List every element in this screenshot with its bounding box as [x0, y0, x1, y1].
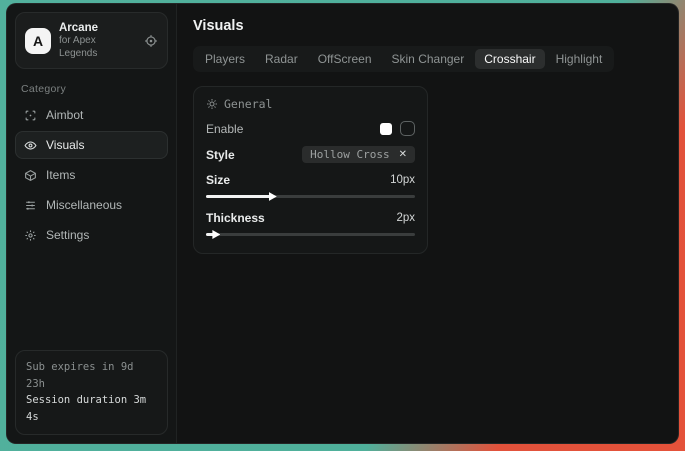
- tab-players[interactable]: Players: [196, 49, 254, 69]
- brand-logo: A: [25, 28, 51, 54]
- panel-title: General: [224, 97, 272, 111]
- enable-controls: [380, 121, 415, 136]
- tab-highlight[interactable]: Highlight: [547, 49, 612, 69]
- sidebar-nav: Aimbot Visuals Items: [15, 101, 168, 249]
- settings-gear-icon: [24, 229, 37, 242]
- color-swatch[interactable]: [380, 123, 392, 135]
- aimbot-icon: [24, 109, 37, 122]
- app-window: A Arcane for Apex Legends Category: [6, 3, 679, 444]
- sidebar-item-label: Aimbot: [46, 108, 83, 122]
- sidebar-item-aimbot[interactable]: Aimbot: [15, 101, 168, 129]
- brand-card: A Arcane for Apex Legends: [15, 12, 168, 69]
- thickness-slider[interactable]: [206, 230, 415, 239]
- sidebar-item-visuals[interactable]: Visuals: [15, 131, 168, 159]
- session-duration-text: Session duration 3m 4s: [26, 392, 157, 426]
- sidebar-item-label: Items: [46, 168, 75, 182]
- sub-expires-text: Sub expires in 9d 23h: [26, 359, 157, 393]
- style-row: Style Hollow Cross ✕: [206, 146, 415, 163]
- clear-x-icon[interactable]: ✕: [399, 149, 407, 160]
- tab-radar[interactable]: Radar: [256, 49, 307, 69]
- tab-skin-changer[interactable]: Skin Changer: [383, 49, 474, 69]
- slider-thumb[interactable]: [212, 230, 220, 239]
- items-box-icon: [24, 169, 37, 182]
- thickness-label: Thickness: [206, 211, 265, 225]
- style-select[interactable]: Hollow Cross ✕: [302, 146, 415, 163]
- enable-checkbox[interactable]: [400, 121, 415, 136]
- style-label: Style: [206, 148, 235, 162]
- sidebar-item-settings[interactable]: Settings: [15, 221, 168, 249]
- size-label: Size: [206, 173, 230, 187]
- category-label: Category: [21, 83, 168, 95]
- thickness-value: 2px: [396, 212, 415, 224]
- size-row: Size 10px: [206, 173, 415, 187]
- sidebar-item-label: Miscellaneous: [46, 198, 122, 212]
- sidebar-item-miscellaneous[interactable]: Miscellaneous: [15, 191, 168, 219]
- tab-crosshair[interactable]: Crosshair: [475, 49, 544, 69]
- general-panel: General Enable Style Hollow Cross ✕: [193, 86, 428, 254]
- visuals-eye-icon: [24, 139, 37, 152]
- subscription-info-card: Sub expires in 9d 23h Session duration 3…: [15, 350, 168, 435]
- tab-bar: Players Radar OffScreen Skin Changer Cro…: [193, 46, 614, 72]
- target-icon[interactable]: [144, 34, 158, 48]
- enable-label: Enable: [206, 122, 243, 136]
- panel-header: General: [206, 97, 415, 111]
- size-slider[interactable]: [206, 192, 415, 201]
- size-value: 10px: [390, 174, 415, 186]
- brand-text: Arcane for Apex Legends: [59, 21, 136, 60]
- style-value: Hollow Cross: [310, 148, 389, 161]
- sidebar-item-items[interactable]: Items: [15, 161, 168, 189]
- slider-thumb[interactable]: [269, 192, 277, 201]
- general-gear-icon: [206, 98, 218, 110]
- brand-name: Arcane: [59, 21, 136, 35]
- brand-subtitle: for Apex Legends: [59, 35, 136, 60]
- thickness-row: Thickness 2px: [206, 211, 415, 225]
- miscellaneous-icon: [24, 199, 37, 212]
- slider-track: [206, 233, 415, 236]
- slider-fill: [206, 195, 271, 198]
- sidebar-item-label: Visuals: [46, 138, 84, 152]
- sidebar-item-label: Settings: [46, 228, 89, 242]
- enable-row: Enable: [206, 121, 415, 136]
- page-title: Visuals: [193, 18, 662, 34]
- tab-offscreen[interactable]: OffScreen: [309, 49, 381, 69]
- sidebar: A Arcane for Apex Legends Category: [7, 4, 177, 443]
- main-content: Visuals Players Radar OffScreen Skin Cha…: [177, 4, 678, 443]
